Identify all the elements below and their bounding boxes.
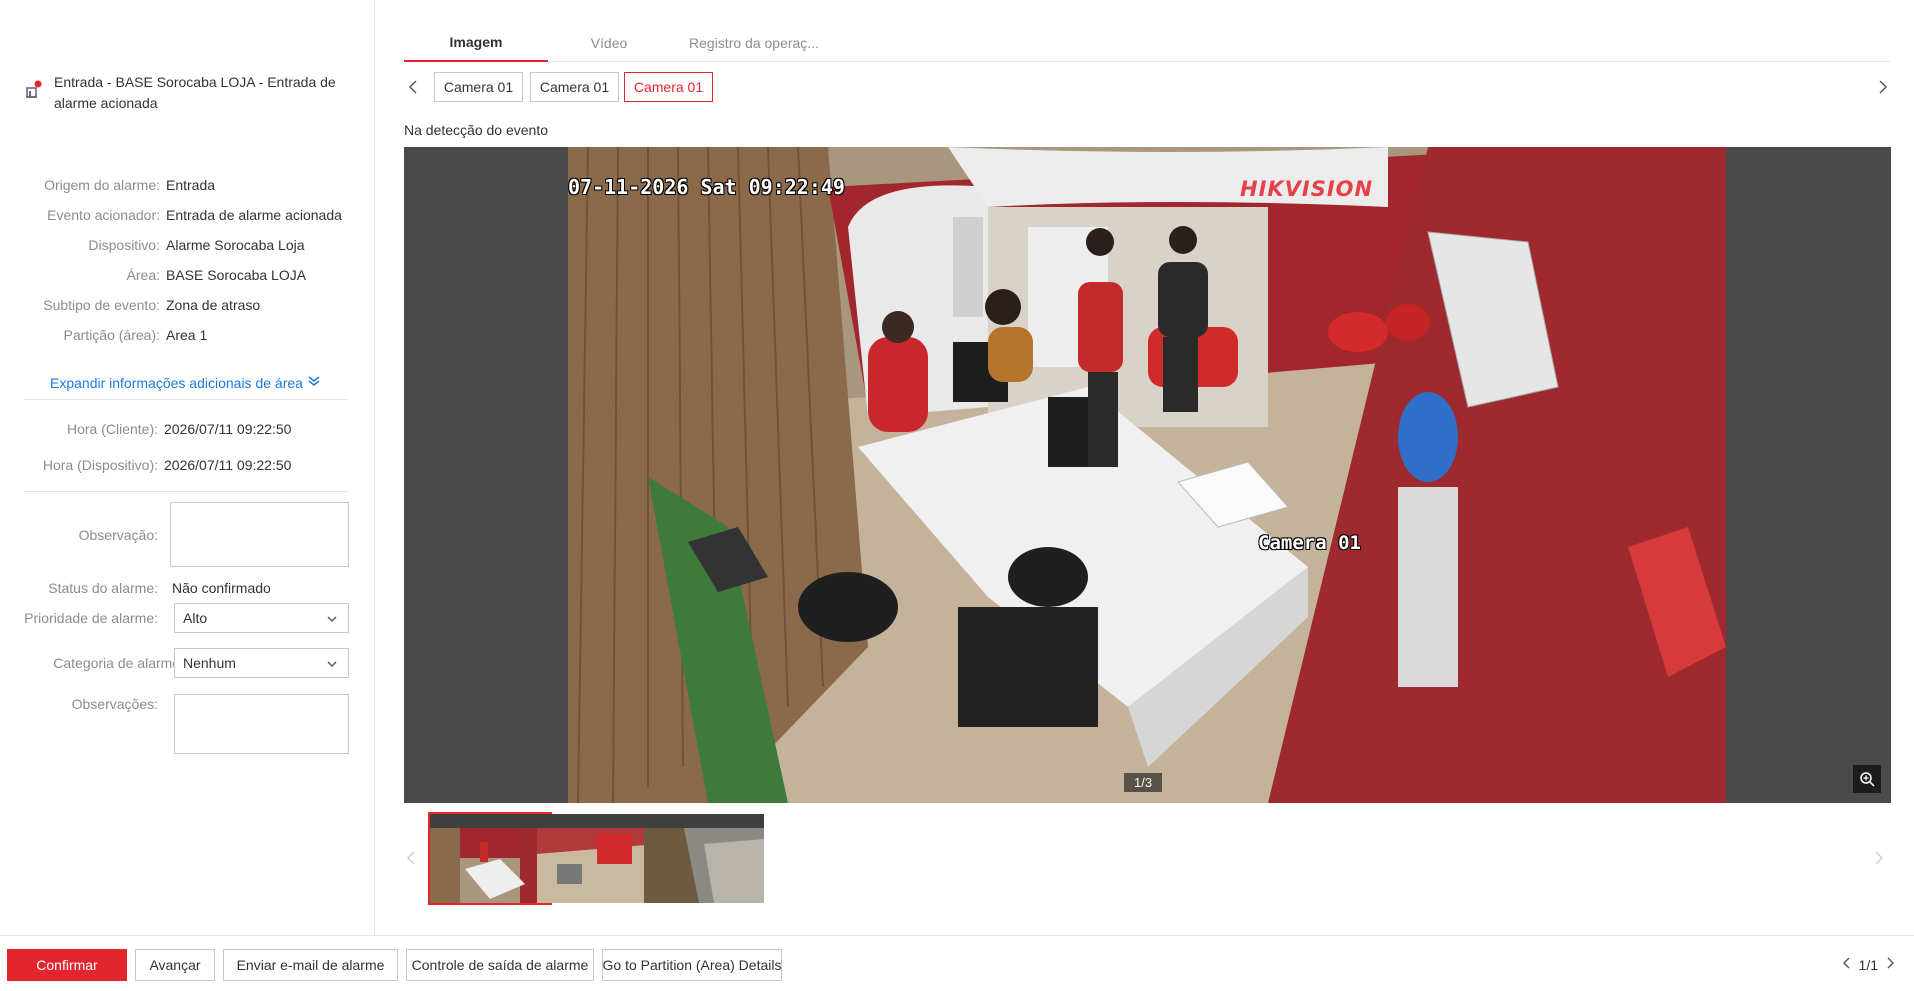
detail-trigger-event: Evento acionador: Entrada de alarme acion… bbox=[47, 207, 342, 223]
send-alarm-email-button[interactable]: Enviar e-mail de alarme bbox=[223, 949, 398, 981]
camera-selector: Camera 01 Camera 01 Camera 01 bbox=[404, 72, 1890, 102]
osd-timestamp: 07-11-2026 Sat 09:22:49 bbox=[568, 175, 845, 199]
camera-button[interactable]: Camera 01 bbox=[530, 72, 619, 102]
alarm-category-select[interactable]: Nenhum bbox=[174, 648, 349, 678]
confirm-button[interactable]: Confirmar bbox=[7, 949, 127, 981]
chevron-right-icon[interactable] bbox=[1874, 79, 1890, 95]
alarm-info-panel: Entrada - BASE Sorocaba LOJA - Entrada d… bbox=[0, 0, 375, 935]
capture-caption: Na detecção do evento bbox=[404, 122, 548, 138]
tab-operation-log[interactable]: Registro da operaç... bbox=[674, 24, 834, 62]
detail-tabs: Imagem Vídeo Registro da operaç... bbox=[404, 24, 1890, 62]
camera-button-selected[interactable]: Camera 01 bbox=[624, 72, 713, 102]
pager: 1/1 bbox=[1841, 956, 1896, 973]
osd-camera-label: Camera 01 bbox=[1258, 532, 1361, 554]
detail-partition: Partição (área): Area 1 bbox=[63, 327, 208, 343]
image-counter: 1/3 bbox=[1124, 773, 1163, 792]
chevron-left-icon[interactable] bbox=[404, 850, 420, 866]
alarm-detail-window: Entrada - BASE Sorocaba LOJA - Entrada d… bbox=[0, 0, 1914, 991]
alarm-siren-icon bbox=[24, 80, 44, 100]
chevron-down-icon bbox=[326, 612, 338, 628]
thumbnail-1[interactable] bbox=[428, 812, 552, 905]
alarm-status-row: Status do alarme: Não confirmado bbox=[48, 580, 271, 596]
double-chevron-down-icon bbox=[307, 374, 321, 391]
thumbnail-2[interactable] bbox=[535, 812, 659, 905]
thumbnail-strip bbox=[404, 812, 1890, 906]
alarm-status-value: Não confirmado bbox=[172, 580, 271, 596]
chevron-right-icon[interactable] bbox=[1884, 956, 1896, 973]
camera-button[interactable]: Camera 01 bbox=[434, 72, 523, 102]
snapshot-image: 07-11-2026 Sat 09:22:49 HIKVISION Camera… bbox=[568, 147, 1726, 803]
tab-video[interactable]: Vídeo bbox=[564, 24, 654, 62]
alarm-header: Entrada - BASE Sorocaba LOJA - Entrada d… bbox=[24, 72, 354, 114]
remarks-input[interactable] bbox=[174, 694, 349, 754]
chevron-left-icon[interactable] bbox=[1841, 956, 1853, 973]
detail-alarm-source: Origem do alarme: Entrada bbox=[44, 177, 216, 193]
detail-area: Área: BASE Sorocaba LOJA bbox=[126, 267, 307, 283]
chevron-down-icon bbox=[326, 657, 338, 673]
alarm-priority-select[interactable]: Alto bbox=[174, 603, 349, 633]
divider bbox=[24, 491, 348, 492]
next-button[interactable]: Avançar bbox=[135, 949, 215, 981]
expand-area-info-link[interactable]: Expandir informações adicionais de área bbox=[50, 374, 321, 391]
zoom-in-icon[interactable] bbox=[1853, 765, 1881, 793]
chevron-right-icon[interactable] bbox=[1870, 850, 1886, 866]
time-client: Hora (Cliente): 2026/07/11 09:22:50 bbox=[66, 421, 292, 437]
page-indicator: 1/1 bbox=[1858, 956, 1878, 973]
action-bar: Confirmar Avançar Enviar e-mail de alarm… bbox=[0, 935, 1914, 991]
thumbnail-3[interactable] bbox=[642, 812, 766, 905]
partition-details-button[interactable]: Go to Partition (Area) Details bbox=[602, 949, 782, 981]
chevron-left-icon[interactable] bbox=[406, 79, 422, 95]
tab-image[interactable]: Imagem bbox=[404, 24, 548, 62]
divider bbox=[24, 399, 348, 400]
alarm-title: Entrada - BASE Sorocaba LOJA - Entrada d… bbox=[54, 74, 336, 111]
image-viewer[interactable]: 07-11-2026 Sat 09:22:49 HIKVISION Camera… bbox=[404, 147, 1891, 803]
detail-device: Dispositivo: Alarme Sorocaba Loja bbox=[88, 237, 305, 253]
observation-input[interactable] bbox=[170, 502, 349, 567]
alarm-output-control-button[interactable]: Controle de saída de alarme bbox=[406, 949, 594, 981]
detail-event-subtype: Subtipo de evento: Zona de atraso bbox=[43, 297, 261, 313]
time-device: Hora (Dispositivo): 2026/07/11 09:22:50 bbox=[42, 457, 292, 473]
brand-watermark: HIKVISION bbox=[1240, 177, 1374, 201]
